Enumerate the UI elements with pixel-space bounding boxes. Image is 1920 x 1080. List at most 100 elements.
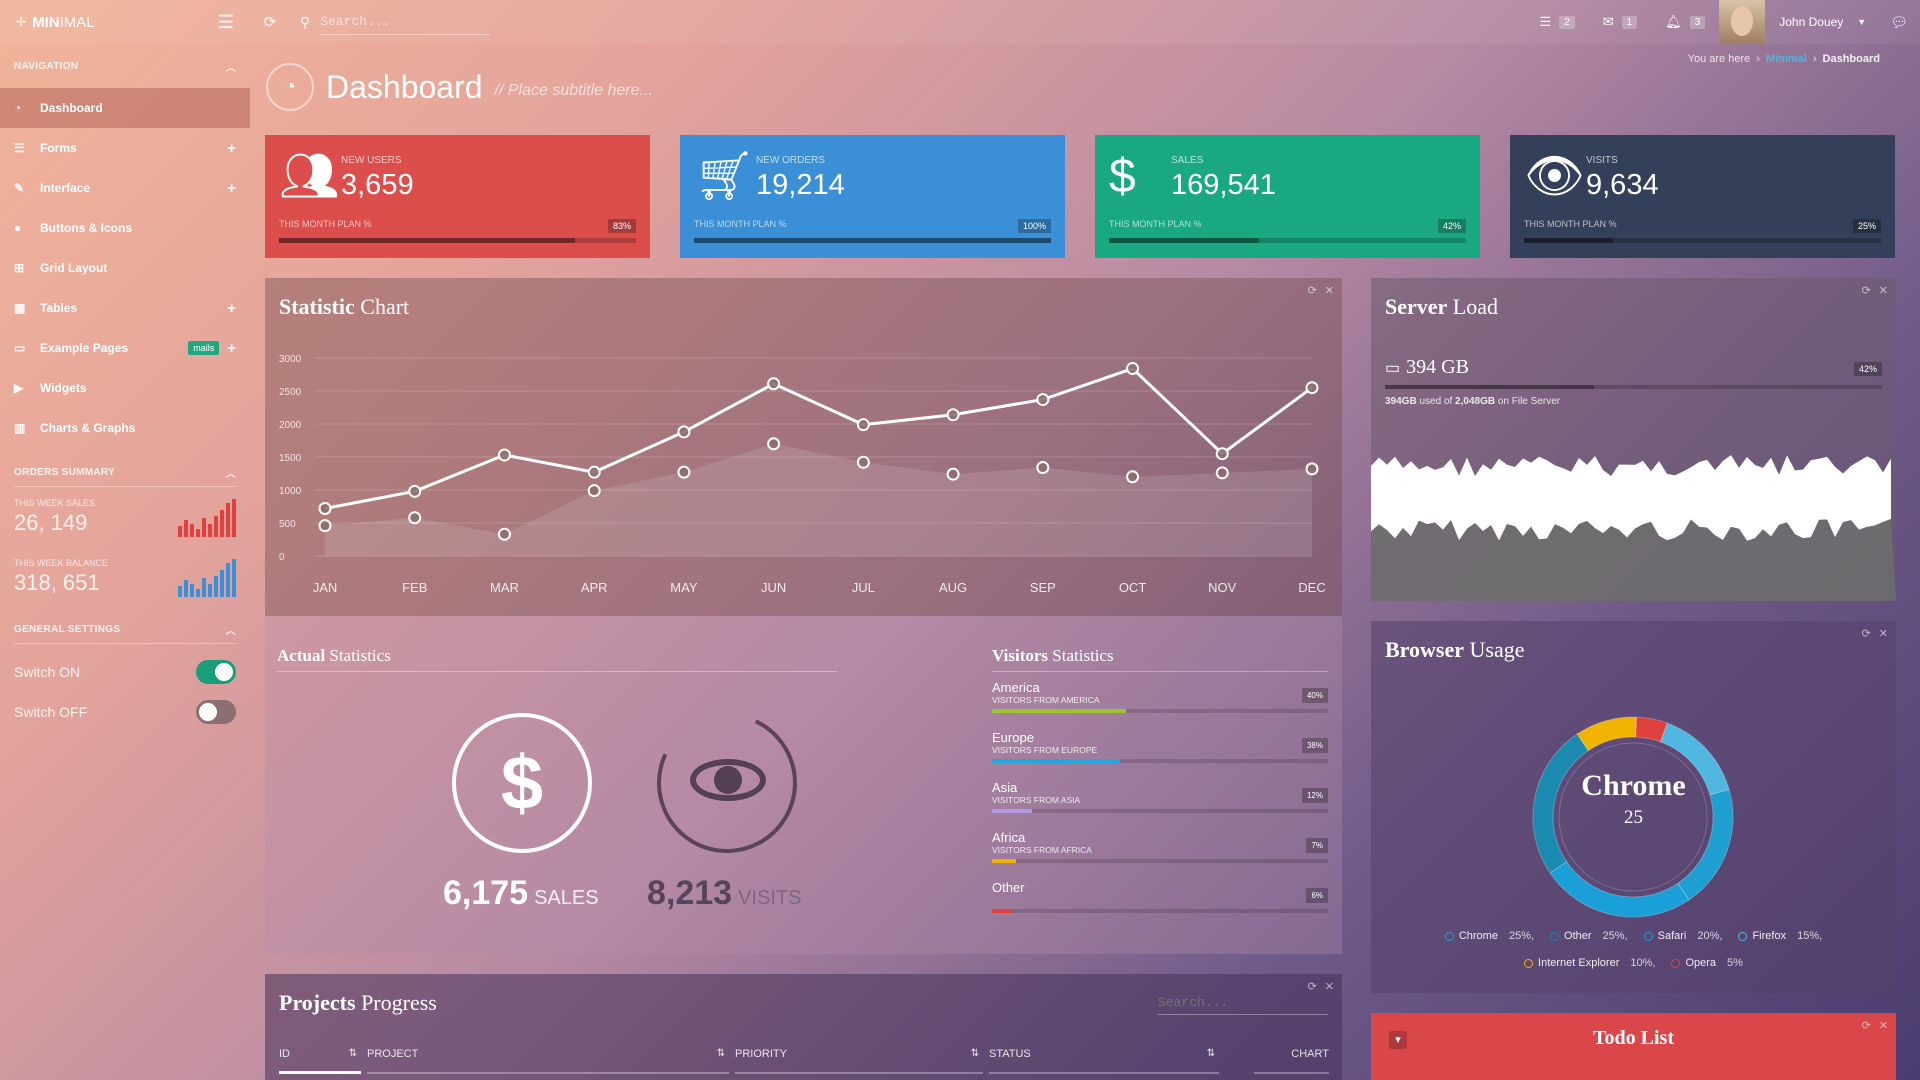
data-point[interactable] — [767, 377, 781, 391]
legend-item[interactable]: Chrome 25%, — [1444, 930, 1534, 942]
switch-off-toggle[interactable] — [196, 700, 236, 724]
data-point[interactable] — [587, 465, 601, 479]
legend-item[interactable]: Internet Explorer 10%, — [1524, 957, 1655, 969]
bell-icon: 🔔︎ — [1665, 14, 1682, 29]
y-tick-label: 1000 — [279, 486, 302, 497]
close-icon[interactable]: ✕ — [1879, 627, 1888, 640]
data-point[interactable] — [587, 484, 601, 498]
sparkline-bar — [190, 523, 194, 537]
title-bold: Visitors — [992, 646, 1049, 665]
sidebar-item-widgets[interactable]: ▶ Widgets — [0, 368, 250, 408]
stat-track — [694, 238, 1051, 243]
data-point[interactable] — [677, 465, 691, 479]
data-point[interactable] — [1305, 381, 1319, 395]
data-point[interactable] — [1215, 447, 1229, 461]
week-balance-value: 318, 651 — [14, 570, 100, 595]
search-input[interactable] — [320, 9, 491, 35]
x-tick-label: OCT — [1119, 580, 1147, 595]
dashboard-icon: ◔ — [14, 101, 22, 115]
title-bold: Projects — [279, 990, 356, 1015]
x-tick-label: JUL — [852, 580, 875, 595]
data-point[interactable] — [946, 467, 960, 481]
visitor-fill — [992, 859, 1016, 863]
nav-header[interactable]: NAVIGATION ︿ — [0, 44, 250, 88]
brand[interactable]: ✢ MIN IMAL ☰ — [0, 0, 250, 44]
close-icon[interactable]: ✕ — [1879, 284, 1888, 297]
visits-stat: 8,213 VISITS — [647, 874, 801, 913]
data-point[interactable] — [1126, 362, 1140, 376]
donut-slice-internet-explorer[interactable] — [1576, 716, 1638, 752]
column-header-status[interactable]: STATUS ⇅ — [989, 1044, 1219, 1074]
tasks-button[interactable]: ☰ 2 — [1525, 14, 1588, 30]
server-used-of: used of — [1416, 396, 1456, 407]
stat-plan: THIS MONTH PLAN % — [694, 219, 787, 229]
refresh-icon[interactable]: ⟳ — [1862, 627, 1871, 640]
data-point[interactable] — [1305, 462, 1319, 476]
data-point[interactable] — [856, 418, 870, 432]
breadcrumb-link[interactable]: Minimal — [1766, 53, 1807, 65]
data-point[interactable] — [677, 425, 691, 439]
data-point[interactable] — [1036, 393, 1050, 407]
server-fill — [1385, 385, 1594, 389]
chat-icon[interactable]: 💬︎ — [1884, 14, 1920, 31]
week-sales: THIS WEEK SALES 26, 149 — [0, 487, 250, 547]
projects-search-input[interactable] — [1158, 991, 1328, 1015]
sidebar-item-tables[interactable]: ▦ Tables + — [0, 288, 250, 328]
data-point[interactable] — [767, 437, 781, 451]
sidebar-item-interface[interactable]: ✎ Interface + — [0, 168, 250, 208]
visitor-fill — [992, 909, 1013, 913]
browser-legend-row-1: Chrome 25%, Other 25%, Safari 20%, Firefox 15%, — [1371, 930, 1896, 942]
data-point[interactable] — [408, 484, 422, 498]
data-point[interactable] — [946, 408, 960, 422]
refresh-icon[interactable]: ⟳ — [250, 13, 290, 31]
server-load-title: Server Load — [1385, 294, 1498, 320]
sidebar-item-example-pages[interactable]: ▭ Example Pages mails + — [0, 328, 250, 368]
plus-icon[interactable]: + — [227, 180, 236, 197]
notifications-button[interactable]: 🔔︎ 3 — [1651, 14, 1719, 30]
settings-header[interactable]: GENERAL SETTINGS ︿ — [0, 607, 250, 651]
x-tick-label: JAN — [313, 580, 338, 595]
data-point[interactable] — [1215, 466, 1229, 480]
sidebar-item-charts-graphs[interactable]: ▥ Charts & Graphs — [0, 408, 250, 448]
visitor-track — [992, 709, 1328, 713]
column-label: CHART — [1291, 1048, 1329, 1060]
column-header-id[interactable]: ID ⇅ — [279, 1044, 361, 1074]
column-header-chart[interactable]: CHART — [1254, 1044, 1329, 1074]
switch-on-toggle[interactable] — [196, 660, 236, 684]
data-point[interactable] — [318, 519, 332, 533]
visitor-pct: 40% — [1301, 688, 1328, 703]
data-point[interactable] — [1126, 470, 1140, 484]
data-point[interactable] — [497, 527, 511, 541]
data-point[interactable] — [1036, 461, 1050, 475]
week-balance-label: THIS WEEK BALANCE — [14, 558, 109, 568]
sidebar-item-dashboard[interactable]: ◔ Dashboard — [0, 88, 250, 128]
user-menu[interactable]: John Douey ▼ — [1719, 0, 1884, 44]
legend-item[interactable]: Opera 5% — [1671, 957, 1743, 969]
visitor-track — [992, 759, 1328, 763]
sales-circle: $ — [452, 713, 592, 853]
data-point[interactable] — [318, 501, 332, 515]
sort-icon: ⇅ — [348, 1048, 357, 1059]
data-point[interactable] — [856, 455, 870, 469]
sidebar-item-grid-layout[interactable]: ⊞ Grid Layout — [0, 248, 250, 288]
x-tick-label: JUN — [761, 580, 786, 595]
mail-button[interactable]: ✉ 1 — [1589, 14, 1651, 30]
title-rest: Statistics — [1048, 646, 1114, 665]
data-point[interactable] — [497, 448, 511, 462]
menu-toggle-icon[interactable]: ☰ — [218, 12, 234, 33]
x-tick-label: NOV — [1208, 580, 1237, 595]
sidebar-item-forms[interactable]: ☰ Forms + — [0, 128, 250, 168]
stat-label: NEW ORDERS — [756, 155, 825, 166]
plus-icon[interactable]: + — [227, 300, 236, 317]
column-header-priority[interactable]: PRIORITY ⇅ — [735, 1044, 983, 1074]
plus-icon[interactable]: + — [227, 140, 236, 157]
plus-icon[interactable]: + — [227, 340, 236, 357]
data-point[interactable] — [408, 511, 422, 525]
legend-item[interactable]: Safari 20%, — [1643, 930, 1722, 942]
refresh-icon[interactable]: ⟳ — [1862, 284, 1871, 297]
legend-item[interactable]: Firefox 15%, — [1738, 930, 1822, 942]
legend-item[interactable]: Other 25%, — [1550, 930, 1628, 942]
column-header-project[interactable]: PROJECT ⇅ — [367, 1044, 729, 1074]
stat-label: NEW USERS — [341, 155, 402, 166]
sidebar-item-buttons-icons[interactable]: ● Buttons & Icons — [0, 208, 250, 248]
